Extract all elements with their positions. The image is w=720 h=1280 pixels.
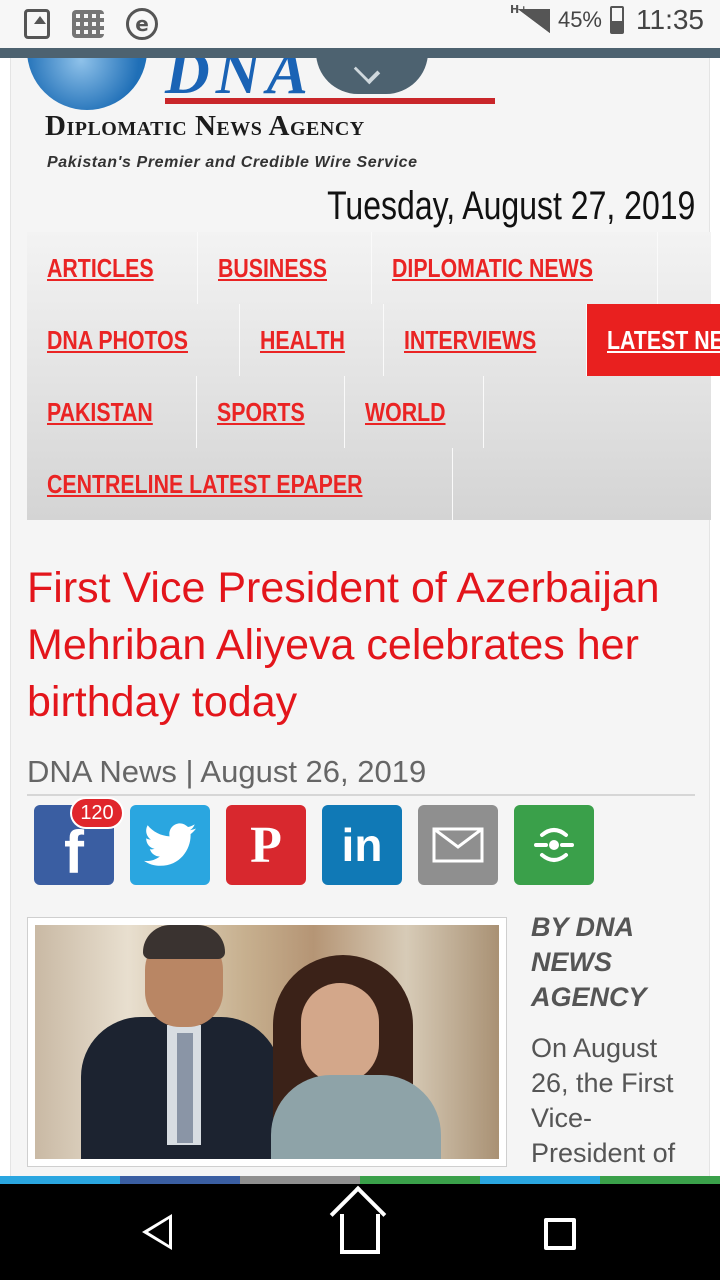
screenshot-icon xyxy=(24,9,50,39)
menu-item-business[interactable]: BUSINESS xyxy=(198,232,372,304)
e-icon: e xyxy=(126,8,158,40)
facebook-share-button[interactable]: f 120 xyxy=(34,797,124,886)
menu-row: CENTRELINE LATEST EPAPER xyxy=(27,448,453,520)
menu-item-centreline-epaper[interactable]: CENTRELINE LATEST EPAPER xyxy=(27,448,453,520)
home-icon[interactable] xyxy=(340,1214,380,1254)
menu-item-world[interactable]: WORLD xyxy=(345,376,485,448)
battery-percent: 45% xyxy=(557,7,602,32)
menu-link[interactable]: INTERVIEWS xyxy=(404,325,536,356)
menu-link[interactable]: DIPLOMATIC NEWS xyxy=(392,253,593,284)
back-icon[interactable] xyxy=(142,1214,172,1250)
logo-red-bar xyxy=(165,98,495,104)
color-strip xyxy=(0,1176,720,1184)
article-byline: DNA News | August 26, 2019 xyxy=(27,754,427,789)
grid-icon xyxy=(72,10,104,38)
battery-icon xyxy=(610,6,624,34)
status-indicators: H+ 45% 11:35 xyxy=(510,3,704,36)
photo-couple xyxy=(35,925,499,1159)
page-frame: DNA Diplomatic News Agency Pakistan's Pr… xyxy=(10,58,720,1176)
menu-item-articles[interactable]: ARTICLES xyxy=(27,232,198,304)
menu-link[interactable]: WORLD xyxy=(365,397,446,428)
globe-icon xyxy=(27,58,147,110)
share-more-icon xyxy=(534,828,574,862)
share-bar: f 120 P in xyxy=(34,797,594,886)
article-title: First Vice President of Azerbaijan Mehri… xyxy=(27,564,660,726)
recent-apps-icon[interactable] xyxy=(544,1218,576,1250)
android-nav-bar xyxy=(0,1184,720,1280)
menu-link[interactable]: DNA PHOTOS xyxy=(47,325,188,356)
article-author: BY DNA NEWS AGENCY xyxy=(531,912,647,1012)
site-logo[interactable]: DNA Diplomatic News Agency Pakistan's Pr… xyxy=(25,58,505,178)
more-share-button[interactable] xyxy=(514,805,594,885)
current-date: Tuesday, August 27, 2019 xyxy=(326,184,695,228)
share-count-badge: 120 xyxy=(70,797,124,829)
clock: 11:35 xyxy=(636,4,704,35)
menu-link[interactable]: HEALTH xyxy=(260,325,345,356)
email-share-button[interactable] xyxy=(418,805,498,885)
status-bar: e H+ 45% 11:35 xyxy=(0,0,720,48)
menu-link[interactable]: SPORTS xyxy=(217,397,305,428)
web-page[interactable]: DNA Diplomatic News Agency Pakistan's Pr… xyxy=(0,58,720,1176)
menu-link[interactable]: LATEST NEWS xyxy=(607,325,720,356)
main-navigation: ARTICLES BUSINESS DIPLOMATIC NEWS DNA PH… xyxy=(27,232,720,520)
logo-tagline: Pakistan's Premier and Credible Wire Ser… xyxy=(47,154,418,171)
twitter-icon xyxy=(144,823,196,866)
menu-item-pakistan[interactable]: PAKISTAN xyxy=(27,376,198,448)
menu-item-sports[interactable]: SPORTS xyxy=(197,376,345,448)
article-intro: On August 26, the First Vice-President o… xyxy=(531,1033,676,1168)
article-sidebar-text: BY DNA NEWS AGENCY On August 26, the Fir… xyxy=(531,910,701,1171)
menu-link[interactable]: CENTRELINE LATEST EPAPER xyxy=(47,469,362,500)
pinterest-share-button[interactable]: P xyxy=(226,805,306,885)
notification-icons: e xyxy=(24,8,158,40)
menu-item-interviews[interactable]: INTERVIEWS xyxy=(384,304,587,376)
signal-icon: H+ xyxy=(510,3,550,35)
menu-link[interactable]: BUSINESS xyxy=(218,253,327,284)
menu-item-latest-news[interactable]: LATEST NEWS xyxy=(586,304,720,376)
twitter-share-button[interactable] xyxy=(130,805,210,885)
menu-link[interactable]: PAKISTAN xyxy=(47,397,153,428)
menu-row: DNA PHOTOS HEALTH INTERVIEWS LATEST NEWS xyxy=(27,304,720,376)
article-image[interactable] xyxy=(27,917,507,1167)
menu-row: ARTICLES BUSINESS DIPLOMATIC NEWS xyxy=(27,232,658,304)
menu-item-health[interactable]: HEALTH xyxy=(240,304,385,376)
menu-link[interactable]: ARTICLES xyxy=(47,253,154,284)
menu-item-diplomatic-news[interactable]: DIPLOMATIC NEWS xyxy=(372,232,658,304)
browser-toolbar-edge xyxy=(0,48,720,58)
linkedin-share-button[interactable]: in xyxy=(322,805,402,885)
logo-title: Diplomatic News Agency xyxy=(45,110,365,142)
envelope-icon xyxy=(432,827,484,863)
menu-item-dna-photos[interactable]: DNA PHOTOS xyxy=(27,304,240,376)
chevron-down-icon xyxy=(353,58,381,85)
menu-row: PAKISTAN SPORTS WORLD xyxy=(27,376,485,448)
pinterest-icon: P xyxy=(250,816,282,874)
divider xyxy=(27,794,695,796)
linkedin-icon: in xyxy=(341,819,383,871)
